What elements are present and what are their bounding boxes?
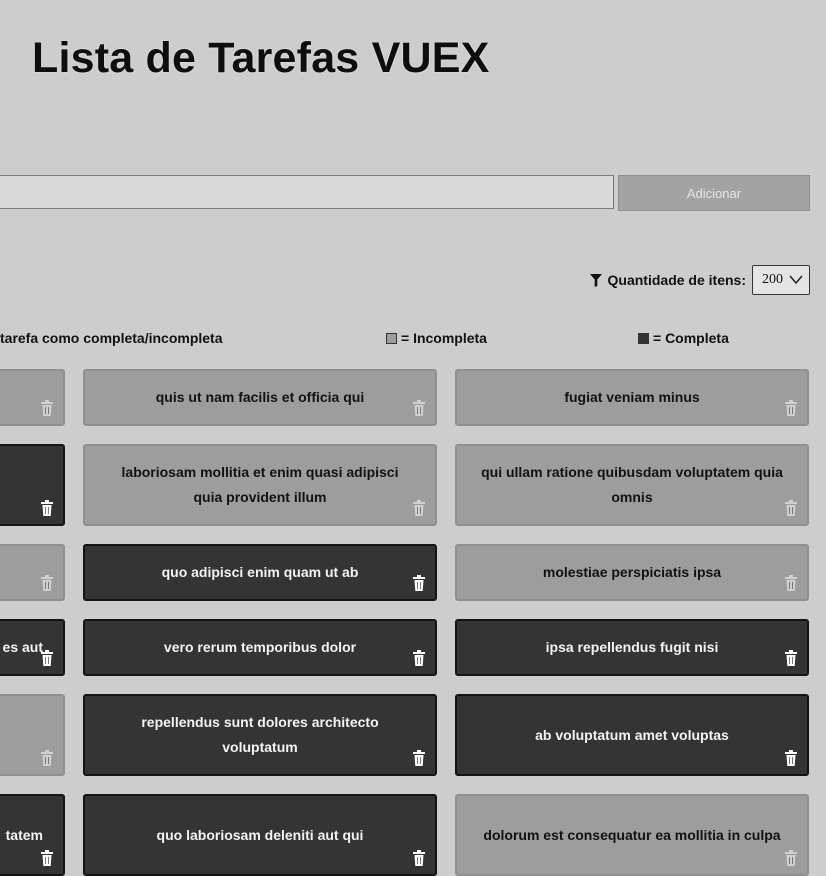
task-card[interactable]: repellendus sunt dolores architecto volu… [83, 694, 437, 776]
trash-icon[interactable] [784, 749, 798, 766]
legend-incomplete: = Incompleta [386, 330, 487, 346]
task-card[interactable]: laboriosam mollitia et enim quasi adipis… [83, 444, 437, 526]
trash-icon[interactable] [784, 499, 798, 516]
task-text: vero rerum temporibus dolor [163, 639, 357, 655]
quantity-selected-value: 200 [762, 272, 783, 287]
task-card[interactable]: tatem [0, 794, 65, 876]
chevron-down-icon [789, 275, 803, 285]
trash-icon[interactable] [40, 649, 54, 666]
task-text: es aut [2, 639, 43, 655]
trash-icon[interactable] [412, 574, 426, 591]
task-text: quis ut nam facilis et officia qui [155, 389, 365, 405]
task-text: laboriosam mollitia et enim quasi adipis… [121, 464, 399, 505]
trash-icon[interactable] [412, 399, 426, 416]
legend-complete-label: = Completa [653, 330, 729, 346]
task-card[interactable]: vero rerum temporibus dolor [83, 619, 437, 676]
task-text: fugiat veniam minus [564, 389, 700, 405]
page-title: Lista de Tarefas VUEX [32, 34, 490, 82]
quantity-select[interactable]: 200 [752, 265, 810, 295]
incomplete-swatch [386, 332, 397, 344]
task-card[interactable]: quo laboriosam deleniti aut qui [83, 794, 437, 876]
trash-icon[interactable] [40, 499, 54, 516]
task-card[interactable]: quo adipisci enim quam ut ab [83, 544, 437, 601]
legend-hint: tarefa como completa/incompleta [0, 330, 223, 346]
task-card[interactable] [0, 694, 65, 776]
quantity-label: Quantidade de itens: [607, 272, 746, 288]
legend-hint-text: tarefa como completa/incompleta [0, 330, 223, 346]
task-text: quo laboriosam deleniti aut qui [156, 826, 364, 843]
task-card[interactable] [0, 544, 65, 601]
new-task-input[interactable] [0, 175, 614, 209]
trash-icon[interactable] [40, 574, 54, 591]
trash-icon[interactable] [412, 749, 426, 766]
trash-icon[interactable] [40, 399, 54, 416]
trash-icon[interactable] [784, 574, 798, 591]
trash-icon[interactable] [40, 849, 54, 866]
trash-icon[interactable] [40, 749, 54, 766]
task-card[interactable]: ipsa repellendus fugit nisi [455, 619, 809, 676]
legend-complete: = Completa [638, 330, 729, 346]
trash-icon[interactable] [784, 649, 798, 666]
task-card[interactable] [0, 369, 65, 426]
add-button[interactable]: Adicionar [618, 175, 810, 211]
task-text: dolorum est consequatur ea mollitia in c… [483, 826, 781, 843]
task-card[interactable]: fugiat veniam minus [455, 369, 809, 426]
trash-icon[interactable] [412, 499, 426, 516]
task-text: qui ullam ratione quibusdam voluptatem q… [481, 464, 783, 505]
task-text: molestiae perspiciatis ipsa [542, 564, 722, 580]
complete-swatch [638, 332, 649, 344]
task-card[interactable] [0, 444, 65, 526]
trash-icon[interactable] [784, 849, 798, 866]
task-card[interactable]: es aut [0, 619, 65, 676]
task-card[interactable]: ab voluptatum amet voluptas [455, 694, 809, 776]
legend-incomplete-label: = Incompleta [401, 330, 487, 346]
filter-icon [589, 273, 602, 287]
task-text: ab voluptatum amet voluptas [535, 726, 729, 743]
task-card[interactable]: molestiae perspiciatis ipsa [455, 544, 809, 601]
task-card[interactable]: dolorum est consequatur ea mollitia in c… [455, 794, 809, 876]
quantity-filter: Quantidade de itens: 200 [589, 265, 810, 295]
task-text: tatem [5, 826, 43, 843]
trash-icon[interactable] [412, 849, 426, 866]
trash-icon[interactable] [412, 649, 426, 666]
task-card[interactable]: quis ut nam facilis et officia qui [83, 369, 437, 426]
task-text: ipsa repellendus fugit nisi [545, 639, 719, 655]
trash-icon[interactable] [784, 399, 798, 416]
task-card[interactable]: qui ullam ratione quibusdam voluptatem q… [455, 444, 809, 526]
task-text: quo adipisci enim quam ut ab [161, 564, 359, 580]
task-text: repellendus sunt dolores architecto volu… [141, 714, 379, 755]
